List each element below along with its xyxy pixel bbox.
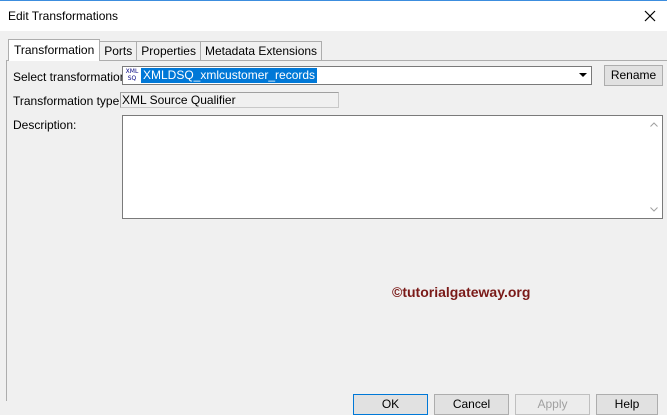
transformation-tab-panel: [6, 60, 667, 401]
help-button[interactable]: Help: [596, 394, 658, 415]
chevron-up-icon: [649, 122, 658, 127]
close-icon: [644, 10, 656, 22]
select-transformation-dropdown[interactable]: XML SQ XMLDSQ_xmlcustomer_records: [122, 66, 592, 85]
tab-metadata-extensions[interactable]: Metadata Extensions: [199, 41, 323, 61]
close-button[interactable]: [639, 5, 661, 27]
description-textarea[interactable]: [122, 115, 663, 219]
ok-button[interactable]: OK: [353, 394, 428, 415]
tab-properties[interactable]: Properties: [136, 41, 201, 61]
dropdown-arrow[interactable]: [576, 68, 590, 83]
edit-transformations-dialog: Edit Transformations Transformation Port…: [0, 0, 667, 415]
select-transformation-label: Select transformation:: [13, 70, 130, 84]
scroll-down-button[interactable]: [645, 201, 662, 218]
description-scrollbar[interactable]: [645, 116, 662, 218]
cancel-button[interactable]: Cancel: [434, 394, 509, 415]
watermark-text: ©tutorialgateway.org: [392, 284, 531, 300]
tab-strip: Transformation Ports Properties Metadata…: [8, 39, 323, 61]
transformation-type-value: XML Source Qualifier: [120, 92, 339, 108]
tab-ports[interactable]: Ports: [99, 41, 138, 61]
scroll-up-button[interactable]: [645, 116, 662, 133]
selected-transformation-value: XMLDSQ_xmlcustomer_records: [141, 68, 318, 83]
chevron-down-icon: [579, 73, 587, 77]
description-label: Description:: [13, 118, 77, 132]
xml-source-qualifier-icon: XML SQ: [125, 68, 139, 82]
transformation-type-label: Transformation type:: [13, 94, 123, 108]
tab-transformation[interactable]: Transformation: [8, 39, 101, 61]
apply-button[interactable]: Apply: [515, 394, 590, 415]
title-bar: Edit Transformations: [0, 0, 667, 31]
window-title: Edit Transformations: [8, 9, 119, 23]
rename-button[interactable]: Rename: [604, 65, 663, 86]
chevron-down-icon: [649, 207, 658, 212]
